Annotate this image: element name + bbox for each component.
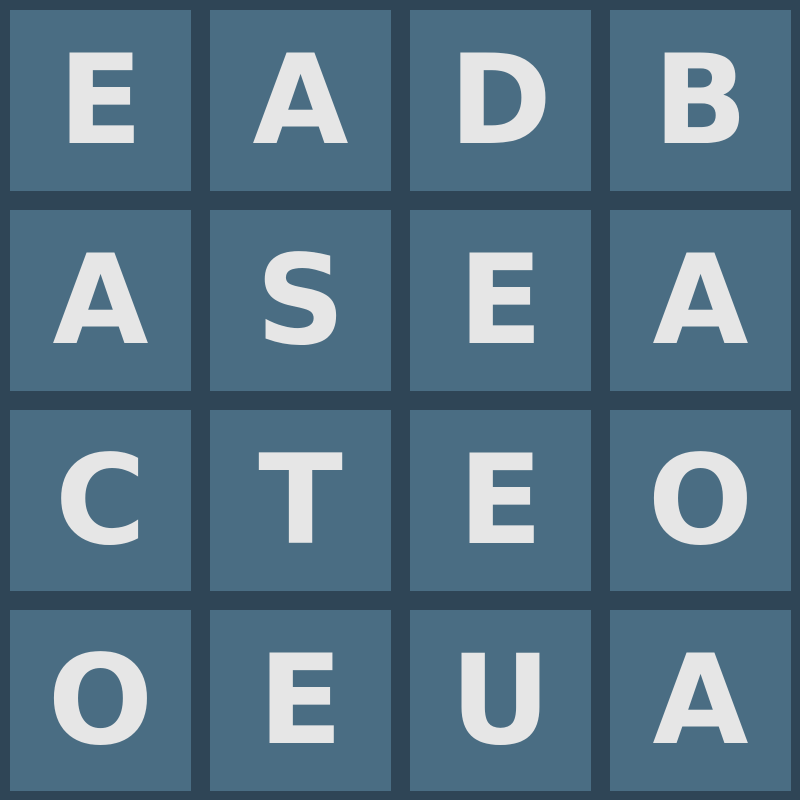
- tile-r1-c4[interactable]: B: [610, 10, 791, 191]
- tile-letter: O: [647, 428, 754, 573]
- tile-r3-c1[interactable]: C: [10, 410, 191, 591]
- tile-r2-c4[interactable]: A: [610, 210, 791, 391]
- tile-letter: T: [258, 428, 343, 573]
- tile-r2-c3[interactable]: E: [410, 210, 591, 391]
- tile-r4-c3[interactable]: U: [410, 610, 591, 791]
- tile-r4-c1[interactable]: O: [10, 610, 191, 791]
- tile-r1-c2[interactable]: A: [210, 10, 391, 191]
- tile-r2-c2[interactable]: S: [210, 210, 391, 391]
- tile-r1-c3[interactable]: D: [410, 10, 591, 191]
- tile-letter: E: [258, 628, 343, 773]
- tile-r3-c4[interactable]: O: [610, 410, 791, 591]
- tile-letter: B: [653, 28, 748, 173]
- tile-letter: E: [458, 428, 543, 573]
- tile-letter: O: [47, 628, 154, 773]
- tile-letter: A: [652, 228, 749, 373]
- tile-letter: U: [450, 628, 551, 773]
- tile-r3-c2[interactable]: T: [210, 410, 391, 591]
- tile-letter: C: [54, 428, 146, 573]
- tile-r4-c4[interactable]: A: [610, 610, 791, 791]
- tile-r2-c1[interactable]: A: [10, 210, 191, 391]
- tile-letter: S: [255, 228, 346, 373]
- tile-letter: D: [449, 28, 552, 173]
- tile-r3-c3[interactable]: E: [410, 410, 591, 591]
- tile-letter: A: [252, 28, 349, 173]
- tile-letter: E: [458, 228, 543, 373]
- tile-letter: E: [58, 28, 143, 173]
- tile-r4-c2[interactable]: E: [210, 610, 391, 791]
- tile-letter: A: [52, 228, 149, 373]
- tile-r1-c1[interactable]: E: [10, 10, 191, 191]
- tile-letter: A: [652, 628, 749, 773]
- letter-grid-board: E A D B A S E A C T E O O E U A: [0, 0, 800, 800]
